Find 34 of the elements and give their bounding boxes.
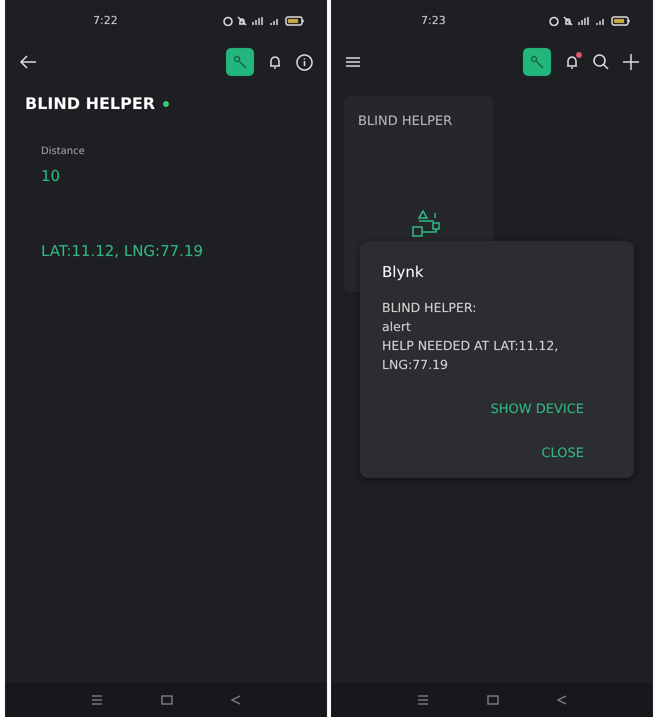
dialog-message: BLIND HELPER: alert HELP NEEDED AT LAT:11.12, LNG:77.19 bbox=[382, 298, 560, 374]
wrench-icon bbox=[530, 55, 544, 69]
tile-title: BLIND HELPER bbox=[358, 113, 452, 131]
dialog-action[interactable]: SHOW DEVICE bbox=[490, 398, 584, 421]
status-time: 7:23 bbox=[421, 12, 446, 29]
bell-icon[interactable] bbox=[268, 54, 282, 70]
signal-icon bbox=[251, 16, 265, 26]
back-icon[interactable] bbox=[557, 695, 567, 705]
signal-icon bbox=[269, 16, 281, 26]
widget-label: Distance bbox=[41, 145, 86, 159]
search-icon[interactable] bbox=[593, 54, 609, 70]
wrench-button[interactable] bbox=[226, 48, 254, 76]
signal-icon bbox=[595, 16, 607, 26]
status-time: 7:22 bbox=[93, 12, 118, 29]
coordinates-text: LAT:11.12, LNG:77.19 bbox=[41, 240, 204, 262]
wrench-button[interactable] bbox=[523, 48, 551, 76]
device-title: BLIND HELPER bbox=[25, 93, 156, 115]
widget-value: 10 bbox=[41, 166, 62, 187]
bell-icon[interactable] bbox=[565, 54, 579, 70]
dialog-title: Blynk bbox=[382, 262, 425, 283]
device-template-icon bbox=[410, 210, 440, 240]
mute-icon bbox=[563, 16, 573, 26]
dialog-action[interactable]: CLOSE bbox=[541, 442, 584, 466]
mute-icon bbox=[237, 16, 247, 26]
info-icon[interactable] bbox=[296, 54, 313, 70]
home-icon[interactable] bbox=[487, 695, 499, 705]
wrench-icon bbox=[233, 55, 247, 69]
back-icon[interactable] bbox=[231, 695, 241, 705]
battery-icon bbox=[611, 16, 631, 26]
back-arrow-icon[interactable] bbox=[19, 55, 37, 69]
home-icon[interactable] bbox=[161, 695, 173, 705]
battery-icon bbox=[285, 16, 305, 26]
plus-icon[interactable] bbox=[623, 54, 639, 70]
signal-icon bbox=[577, 16, 591, 26]
